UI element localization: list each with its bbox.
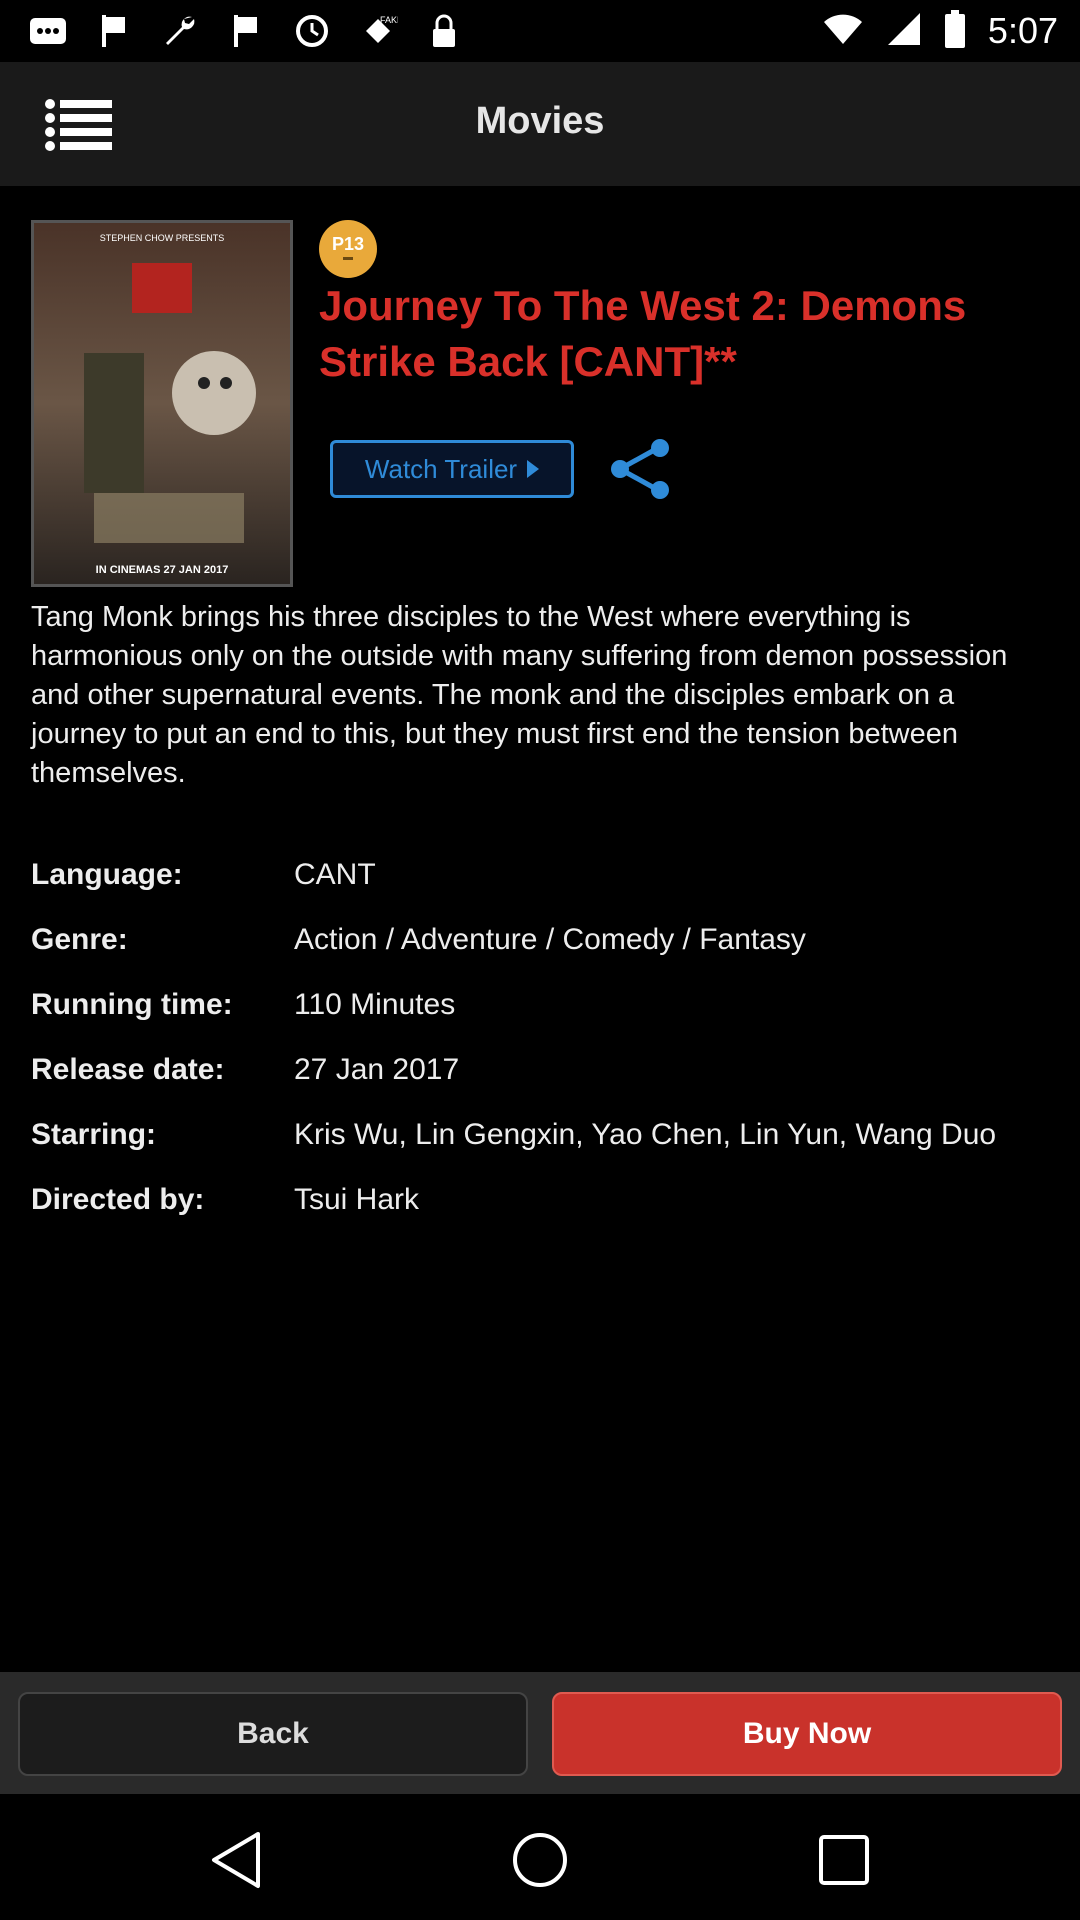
wrench-icon <box>160 11 200 51</box>
system-icons: 5:07 <box>822 8 1058 54</box>
detail-row-language: Language: CANT <box>31 855 1051 895</box>
detail-label: Running time: <box>31 988 233 1021</box>
detail-value: 110 Minutes <box>294 988 456 1021</box>
svg-text:IN CINEMAS 27 JAN 2017: IN CINEMAS 27 JAN 2017 <box>96 564 229 576</box>
svg-text:STEPHEN CHOW PRESENTS: STEPHEN CHOW PRESENTS <box>100 233 225 243</box>
rating-badge: P13 ▬ <box>319 220 377 278</box>
watch-trailer-button[interactable]: Watch Trailer <box>330 440 574 498</box>
home-circle-icon[interactable] <box>500 1820 580 1900</box>
detail-label: Language: <box>31 858 183 891</box>
detail-row-running-time: Running time: 110 Minutes <box>31 985 1051 1025</box>
movie-details: Language: CANT Genre: Action / Adventure… <box>31 855 1051 1245</box>
notification-icons: FAKE <box>28 10 464 52</box>
status-bar: FAKE 5:07 <box>0 0 1080 62</box>
svg-text:FAKE: FAKE <box>380 15 398 25</box>
flag-icon <box>226 11 266 51</box>
messages-icon <box>28 11 68 51</box>
watch-trailer-label: Watch Trailer <box>364 453 518 484</box>
movie-title: Journey To The West 2: Demons Strike Bac… <box>319 282 967 385</box>
battery-icon <box>944 9 966 53</box>
gps-icon: FAKE <box>358 11 398 51</box>
detail-value: Action / Adventure / Comedy / Fantasy <box>294 923 806 956</box>
detail-label: Genre: <box>31 923 128 956</box>
clock: 5:07 <box>987 10 1058 51</box>
recents-square-icon[interactable] <box>804 1820 884 1900</box>
lock-icon <box>424 11 464 51</box>
app-header: Movies <box>0 62 1080 186</box>
bottom-action-bar: Back Buy Now <box>0 1672 1080 1794</box>
detail-value: 27 Jan 2017 <box>294 1053 460 1086</box>
detail-value: Tsui Hark <box>294 1183 420 1216</box>
sync-icon <box>292 11 332 51</box>
detail-label: Starring: <box>31 1118 157 1151</box>
detail-value: CANT <box>294 858 376 891</box>
system-navigation-bar <box>0 1794 1080 1920</box>
detail-row-directed-by: Directed by: Tsui Hark <box>31 1180 1051 1220</box>
buy-now-button[interactable]: Buy Now <box>552 1692 1062 1776</box>
detail-label: Release date: <box>31 1053 225 1086</box>
detail-label: Directed by: <box>31 1183 205 1216</box>
movie-synopsis: Tang Monk brings his three disciples to … <box>31 601 1008 789</box>
wifi-icon <box>822 12 864 51</box>
back-button[interactable]: Back <box>18 1692 528 1776</box>
play-icon <box>527 460 540 478</box>
flag-icon <box>94 11 134 51</box>
page-title: Movies <box>475 100 605 142</box>
detail-row-starring: Starring: Kris Wu, Lin Gengxin, Yao Chen… <box>31 1115 1051 1155</box>
back-triangle-icon[interactable] <box>196 1820 276 1900</box>
detail-row-release-date: Release date: 27 Jan 2017 <box>31 1050 1051 1090</box>
share-icon[interactable] <box>608 438 672 500</box>
signal-icon <box>886 11 922 52</box>
movie-poster[interactable]: STEPHEN CHOW PRESENTS IN CINEMAS 27 JAN … <box>31 220 293 587</box>
detail-row-genre: Genre: Action / Adventure / Comedy / Fan… <box>31 920 1051 960</box>
detail-value: Kris Wu, Lin Gengxin, Yao Chen, Lin Yun,… <box>294 1118 997 1151</box>
